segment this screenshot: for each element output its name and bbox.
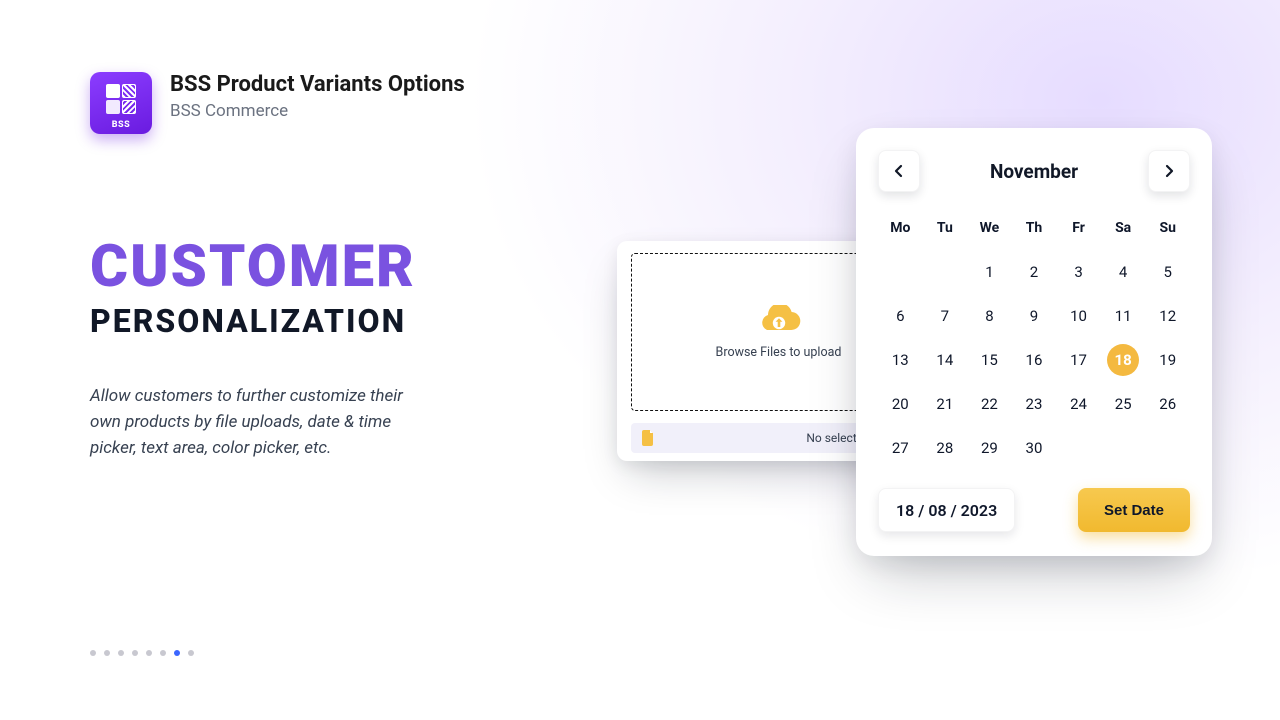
weekday-label: Sa [1101, 210, 1146, 250]
app-title: BSS Product Variants Options [170, 72, 465, 97]
day-cell[interactable]: 5 [1145, 250, 1190, 294]
carousel-dot[interactable] [118, 650, 124, 656]
prev-month-button[interactable] [878, 150, 920, 192]
carousel-dot[interactable] [160, 650, 166, 656]
calendar-month-label: November [990, 160, 1078, 183]
calendar-grid: MoTuWeThFrSaSu12345678910111213141516171… [878, 210, 1190, 470]
day-cell[interactable]: 30 [1012, 426, 1057, 470]
day-cell[interactable]: 2 [1012, 250, 1057, 294]
day-cell[interactable]: 17 [1056, 338, 1101, 382]
app-logo: BSS [90, 72, 152, 134]
day-cell[interactable]: 15 [967, 338, 1012, 382]
weekday-label: Mo [878, 210, 923, 250]
date-picker: November MoTuWeThFrSaSu12345678910111213… [856, 128, 1212, 556]
hero-subtitle: PERSONALIZATION [90, 302, 416, 340]
app-company: BSS Commerce [170, 101, 465, 121]
day-cell[interactable]: 3 [1056, 250, 1101, 294]
day-cell[interactable]: 22 [967, 382, 1012, 426]
day-cell[interactable]: 28 [923, 426, 968, 470]
day-cell[interactable]: 6 [878, 294, 923, 338]
file-icon [641, 430, 655, 446]
day-cell[interactable]: 23 [1012, 382, 1057, 426]
carousel-dot[interactable] [174, 650, 180, 656]
carousel-dot[interactable] [146, 650, 152, 656]
hero-description: Allow customers to further customize the… [90, 384, 430, 461]
carousel-dot[interactable] [188, 650, 194, 656]
carousel-dot[interactable] [90, 650, 96, 656]
chevron-left-icon [892, 164, 906, 178]
chevron-right-icon [1162, 164, 1176, 178]
weekday-label: We [967, 210, 1012, 250]
day-cell[interactable]: 13 [878, 338, 923, 382]
hero-title: CUSTOMER [90, 238, 416, 296]
carousel-dots [90, 650, 194, 656]
day-cell[interactable]: 25 [1101, 382, 1146, 426]
day-cell[interactable]: 16 [1012, 338, 1057, 382]
day-cell[interactable]: 24 [1056, 382, 1101, 426]
day-cell[interactable]: 4 [1101, 250, 1146, 294]
day-cell[interactable]: 8 [967, 294, 1012, 338]
logo-text: BSS [112, 120, 130, 130]
day-cell[interactable]: 29 [967, 426, 1012, 470]
day-cell[interactable]: 9 [1012, 294, 1057, 338]
dropzone-label: Browse Files to upload [716, 345, 842, 360]
weekday-label: Fr [1056, 210, 1101, 250]
day-cell[interactable]: 27 [878, 426, 923, 470]
day-cell-blank [923, 250, 968, 294]
day-cell[interactable]: 14 [923, 338, 968, 382]
next-month-button[interactable] [1148, 150, 1190, 192]
carousel-dot[interactable] [104, 650, 110, 656]
weekday-label: Su [1145, 210, 1190, 250]
day-cell[interactable]: 21 [923, 382, 968, 426]
weekday-label: Tu [923, 210, 968, 250]
day-cell[interactable]: 7 [923, 294, 968, 338]
day-cell-blank [878, 250, 923, 294]
day-cell[interactable]: 20 [878, 382, 923, 426]
selected-date-display: 18 / 08 / 2023 [878, 488, 1015, 532]
weekday-label: Th [1012, 210, 1057, 250]
day-cell[interactable]: 19 [1145, 338, 1190, 382]
day-cell[interactable]: 26 [1145, 382, 1190, 426]
cloud-upload-icon [757, 305, 801, 337]
day-cell[interactable]: 1 [967, 250, 1012, 294]
set-date-button[interactable]: Set Date [1078, 488, 1190, 532]
day-cell[interactable]: 11 [1101, 294, 1146, 338]
day-cell[interactable]: 10 [1056, 294, 1101, 338]
day-cell[interactable]: 12 [1145, 294, 1190, 338]
carousel-dot[interactable] [132, 650, 138, 656]
day-cell[interactable]: 18 [1101, 338, 1146, 382]
